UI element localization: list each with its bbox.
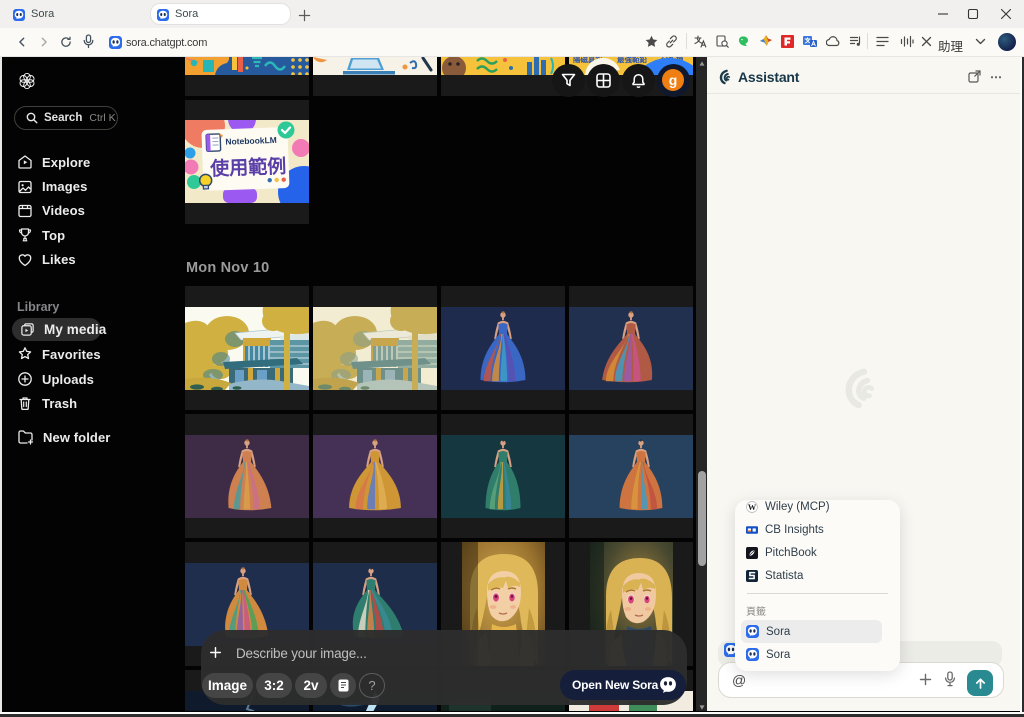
svg-text:W: W <box>748 503 757 512</box>
svg-text:NotebookLM: NotebookLM <box>225 135 277 147</box>
svg-text:使用範例: 使用範例 <box>209 155 287 181</box>
svg-text:最強範鉛: 最強範鉛 <box>617 57 647 64</box>
